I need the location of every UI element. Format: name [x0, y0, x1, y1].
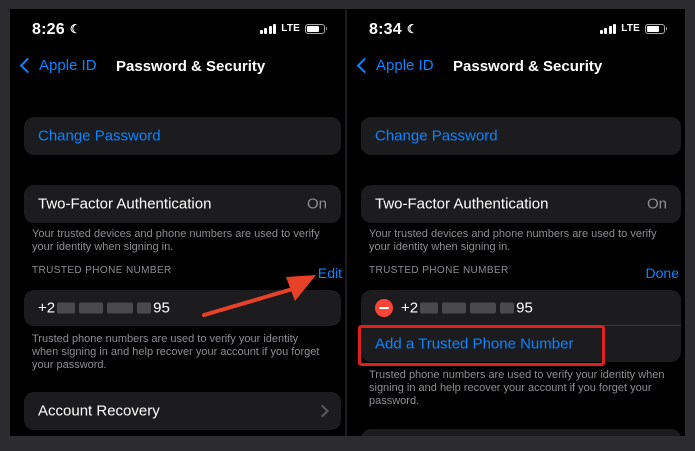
- redacted-digits: [107, 302, 134, 314]
- chevron-left-icon: [19, 57, 36, 74]
- account-recovery-label: Account Recovery: [38, 402, 160, 420]
- navigation-bar: Apple ID Password & Security: [355, 57, 677, 81]
- annotation-arrow-icon: [202, 275, 316, 317]
- phone-number: +2 95: [38, 299, 170, 317]
- clock: 8:34 ☾: [369, 21, 418, 38]
- change-password-button[interactable]: Change Password: [24, 117, 341, 155]
- clock: 8:26 ☾: [32, 21, 81, 38]
- redacted-digits: [500, 302, 515, 314]
- left-screen: 8:26 ☾ LTE Apple ID Password & Security C…: [10, 9, 345, 436]
- two-factor-footnote: Your trusted devices and phone numbers a…: [32, 228, 320, 253]
- change-password-label: Change Password: [38, 127, 161, 145]
- moon-icon: ☾: [69, 22, 81, 36]
- phone-footnote: Trusted phone numbers are used to verify…: [369, 369, 665, 407]
- screenshot-frame: 8:26 ☾ LTE Apple ID Password & Security C…: [10, 9, 685, 436]
- redacted-digits: [442, 302, 467, 314]
- trusted-phone-header: TRUSTED PHONE NUMBER: [32, 265, 172, 276]
- two-factor-footnote: Your trusted devices and phone numbers a…: [369, 228, 657, 253]
- phone-footnote: Trusted phone numbers are used to verify…: [32, 333, 320, 371]
- next-row: [361, 429, 681, 436]
- back-label: Apple ID: [376, 57, 434, 74]
- redacted-digits: [137, 302, 152, 314]
- delete-phone-button[interactable]: [375, 299, 393, 317]
- change-password-label: Change Password: [375, 127, 498, 145]
- page-title: Password & Security: [116, 58, 266, 75]
- trusted-phone-header: TRUSTED PHONE NUMBER: [369, 265, 509, 276]
- redacted-digits: [470, 302, 497, 314]
- battery-icon: [305, 23, 327, 34]
- back-button[interactable]: Apple ID: [18, 57, 97, 74]
- phone-number: +2 95: [401, 299, 533, 317]
- back-button[interactable]: Apple ID: [355, 57, 434, 74]
- page-title: Password & Security: [453, 58, 603, 75]
- right-screen: 8:34 ☾ LTE Apple ID Password & Security C…: [347, 9, 685, 436]
- navigation-bar: Apple ID Password & Security: [18, 57, 337, 81]
- network-label: LTE: [621, 23, 640, 34]
- redacted-digits: [79, 302, 104, 314]
- two-factor-label: Two-Factor Authentication: [38, 195, 212, 213]
- chevron-left-icon: [356, 57, 373, 74]
- network-label: LTE: [281, 23, 300, 34]
- status-bar: 8:26 ☾ LTE: [32, 21, 327, 41]
- annotation-highlight-box: [358, 325, 605, 366]
- done-button[interactable]: Done: [646, 265, 679, 281]
- status-bar: 8:34 ☾ LTE: [369, 21, 667, 41]
- two-factor-row: Two-Factor Authentication On: [24, 185, 341, 223]
- account-recovery-button[interactable]: Account Recovery: [24, 392, 341, 430]
- trusted-phone-row: +2 95: [361, 290, 681, 326]
- redacted-digits: [57, 302, 76, 314]
- back-label: Apple ID: [39, 57, 97, 74]
- signal-icon: [599, 23, 617, 34]
- chevron-right-icon: [316, 404, 329, 418]
- two-factor-status: On: [646, 195, 667, 213]
- signal-icon: [259, 23, 277, 34]
- redacted-digits: [420, 302, 439, 314]
- battery-icon: [645, 23, 667, 34]
- two-factor-status: On: [306, 195, 327, 213]
- two-factor-row: Two-Factor Authentication On: [361, 185, 681, 223]
- two-factor-label: Two-Factor Authentication: [375, 195, 549, 213]
- change-password-button[interactable]: Change Password: [361, 117, 681, 155]
- moon-icon: ☾: [406, 22, 418, 36]
